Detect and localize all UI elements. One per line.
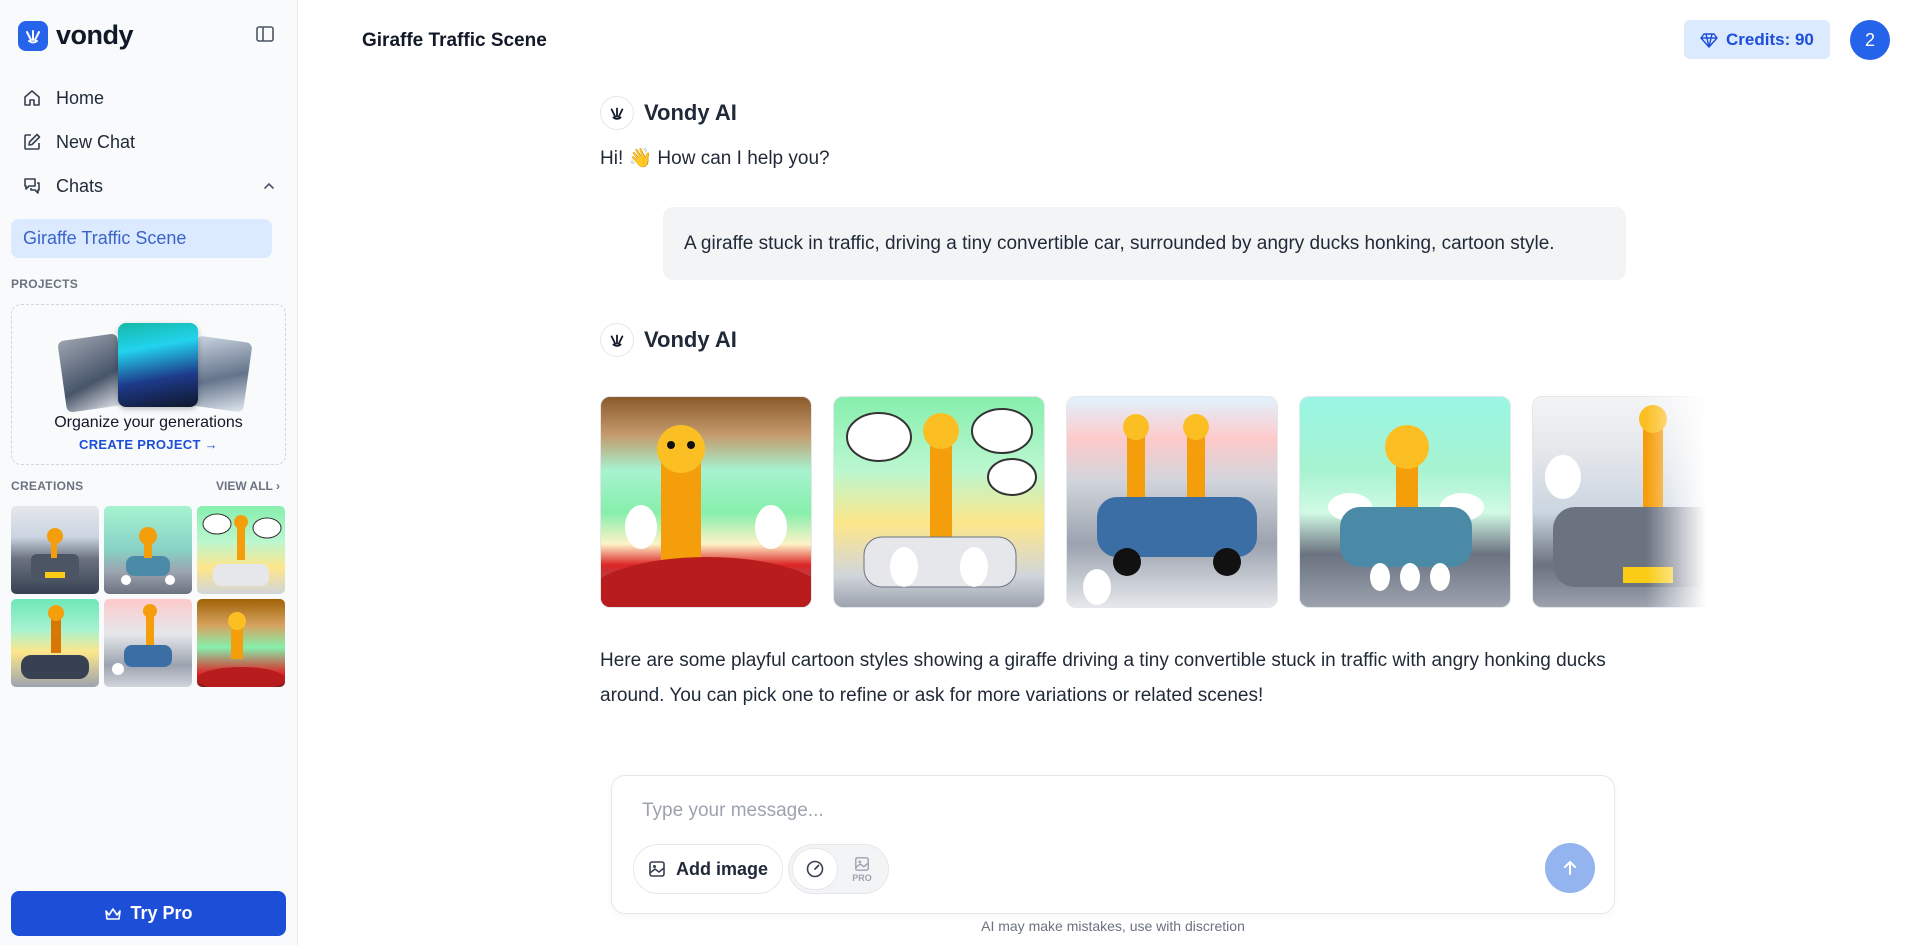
sidebar-item-label: Chats <box>56 175 104 196</box>
create-project-label: CREATE PROJECT <box>79 437 201 452</box>
sidebar-item-chats[interactable]: Chats <box>10 164 288 208</box>
creations-label: CREATIONS <box>11 479 84 493</box>
add-image-button[interactable]: Add image <box>633 844 784 894</box>
credits-badge[interactable]: Credits: 90 <box>1684 20 1830 59</box>
project-card-title: Organize your generations <box>54 414 243 431</box>
bot-name: Vondy AI <box>644 100 737 125</box>
brand[interactable]: vondy <box>18 20 134 51</box>
view-all-label: VIEW ALL <box>216 479 273 493</box>
vondy-logo-icon <box>18 20 48 51</box>
diamond-icon <box>1700 32 1718 48</box>
sidebar-nav: Home New Chat Chats <box>10 76 288 208</box>
generated-image[interactable] <box>1299 396 1511 608</box>
sidebar: vondy Home New Chat Chats Giraffe Traffi… <box>0 0 298 945</box>
bot-message-header: Vondy AI <box>600 323 737 357</box>
sidebar-toggle-icon[interactable] <box>255 24 275 44</box>
message-input[interactable] <box>642 796 1542 826</box>
creation-thumbnail[interactable] <box>11 506 99 594</box>
sidebar-item-home[interactable]: Home <box>10 76 288 120</box>
generated-image[interactable] <box>833 396 1045 608</box>
home-icon <box>24 90 40 106</box>
generated-image[interactable] <box>600 396 812 608</box>
sidebar-item-new-chat[interactable]: New Chat <box>10 120 288 164</box>
create-project-link[interactable]: CREATE PROJECT → <box>12 437 285 452</box>
chats-icon <box>24 178 40 194</box>
image-icon <box>855 856 869 871</box>
project-card: Organize your generations CREATE PROJECT… <box>11 304 286 465</box>
send-button[interactable] <box>1545 843 1595 893</box>
creations-grid <box>11 506 287 687</box>
bot-reply: Here are some playful cartoon styles sho… <box>600 650 1606 706</box>
image-icon <box>649 861 665 877</box>
project-stack-illustration <box>50 317 253 413</box>
creation-thumbnail[interactable] <box>11 599 99 687</box>
creation-thumbnail[interactable] <box>104 506 192 594</box>
creation-thumbnail[interactable] <box>197 506 285 594</box>
generated-image[interactable] <box>1532 396 1706 608</box>
page-title: Giraffe Traffic Scene <box>362 30 547 51</box>
creation-thumbnail[interactable] <box>104 599 192 687</box>
vondy-avatar-icon <box>600 323 634 357</box>
bot-name: Vondy AI <box>644 327 737 352</box>
arrow-up-icon <box>1564 861 1576 875</box>
vondy-avatar-icon <box>600 96 634 130</box>
pro-image-mode-button[interactable]: PRO <box>838 848 886 890</box>
try-pro-button[interactable]: Try Pro <box>11 891 286 936</box>
projects-label: PROJECTS <box>11 277 79 291</box>
sidebar-item-label: Home <box>56 87 105 108</box>
crown-icon <box>105 907 122 920</box>
speedometer-icon <box>806 860 824 878</box>
generated-images-gallery <box>600 396 1706 608</box>
generated-image[interactable] <box>1066 396 1278 608</box>
edit-icon <box>24 133 41 150</box>
creation-thumbnail[interactable] <box>197 599 285 687</box>
try-pro-label: Try Pro <box>130 903 193 923</box>
chat-item-active[interactable]: Giraffe Traffic Scene <box>11 219 272 258</box>
credits-label: Credits: 90 <box>1726 29 1814 49</box>
user-message: A giraffe stuck in traffic, driving a ti… <box>663 207 1626 280</box>
user-avatar[interactable]: 2 <box>1850 20 1890 60</box>
add-image-label: Add image <box>676 858 769 879</box>
chevron-up-icon[interactable] <box>262 179 276 193</box>
sidebar-item-label: New Chat <box>56 131 136 152</box>
arrow-right-icon: → <box>204 437 218 452</box>
bot-greeting: Hi! 👋 How can I help you? <box>600 148 830 169</box>
mode-toggle: PRO <box>788 844 889 894</box>
bot-message-header: Vondy AI <box>600 96 737 130</box>
disclaimer: AI may make mistakes, use with discretio… <box>981 918 1245 934</box>
message-composer: Add image PRO <box>611 775 1615 914</box>
arrow-right-icon: › <box>276 479 281 493</box>
view-all-link[interactable]: VIEW ALL › <box>216 479 280 493</box>
pro-tag: PRO <box>852 872 872 883</box>
fast-mode-button[interactable] <box>792 848 838 890</box>
brand-name: vondy <box>56 20 134 50</box>
